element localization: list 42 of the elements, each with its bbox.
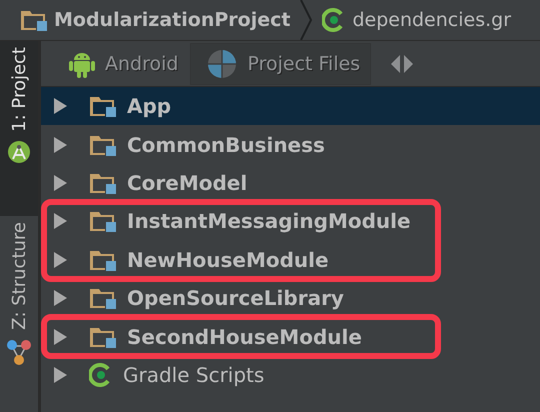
module-folder-icon [20, 9, 48, 31]
tree-row[interactable]: CoreModel [41, 164, 540, 202]
breadcrumb-item[interactable]: ModularizationProject [54, 9, 290, 31]
expand-triangle-icon[interactable] [53, 213, 67, 230]
module-folder-icon [89, 287, 117, 310]
tree-item-label: NewHouseModule [127, 248, 329, 272]
module-folder-icon [89, 326, 117, 348]
breadcrumb-item[interactable]: dependencies.gr [352, 9, 512, 31]
expand-triangle-icon[interactable] [53, 290, 67, 306]
hierarchy-icon [6, 338, 32, 366]
tool-window-tab[interactable]: Z: Structure [0, 216, 38, 412]
tree-item-label: OpenSourceLibrary [127, 286, 344, 310]
tree-row[interactable]: NewHouseModule [41, 240, 540, 279]
module-folder-icon [89, 248, 117, 271]
tree-row[interactable]: Gradle Scripts [41, 356, 540, 394]
tree-row[interactable]: App [41, 87, 540, 126]
expand-triangle-icon[interactable] [53, 366, 67, 383]
expand-triangle-icon[interactable] [53, 136, 67, 153]
module-folder-icon [89, 134, 117, 156]
tree-item-label: App [127, 94, 172, 118]
view-tab[interactable]: Project Files [190, 42, 372, 84]
tree-row[interactable]: OpenSourceLibrary [41, 278, 540, 318]
expand-triangle-icon[interactable] [53, 252, 67, 268]
tree-item-label: CommonBusiness [127, 132, 325, 157]
module-folder-icon [89, 95, 117, 118]
expand-triangle-icon[interactable] [53, 174, 67, 191]
module-folder-icon [89, 210, 117, 232]
left-right-arrows-icon[interactable] [389, 54, 416, 72]
tree-row[interactable]: SecondHouseModule [41, 317, 540, 356]
expand-triangle-icon[interactable] [53, 328, 67, 345]
pie-chart-icon [207, 48, 238, 78]
tree-row[interactable]: InstantMessagingModule [41, 202, 540, 241]
tree-item-label: CoreModel [127, 170, 248, 195]
tree-item-label: InstantMessagingModule [127, 209, 411, 234]
view-tab[interactable]: Android [65, 42, 190, 84]
tool-window-tab[interactable]: 1: Project [0, 41, 38, 216]
module-folder-icon [89, 172, 117, 194]
compass-badge-icon [7, 140, 31, 164]
tree-row[interactable]: CommonBusiness [41, 125, 540, 164]
expand-triangle-icon[interactable] [53, 98, 67, 114]
tree-item-label: Gradle Scripts [123, 362, 264, 387]
tree-item-label: SecondHouseModule [127, 324, 362, 349]
